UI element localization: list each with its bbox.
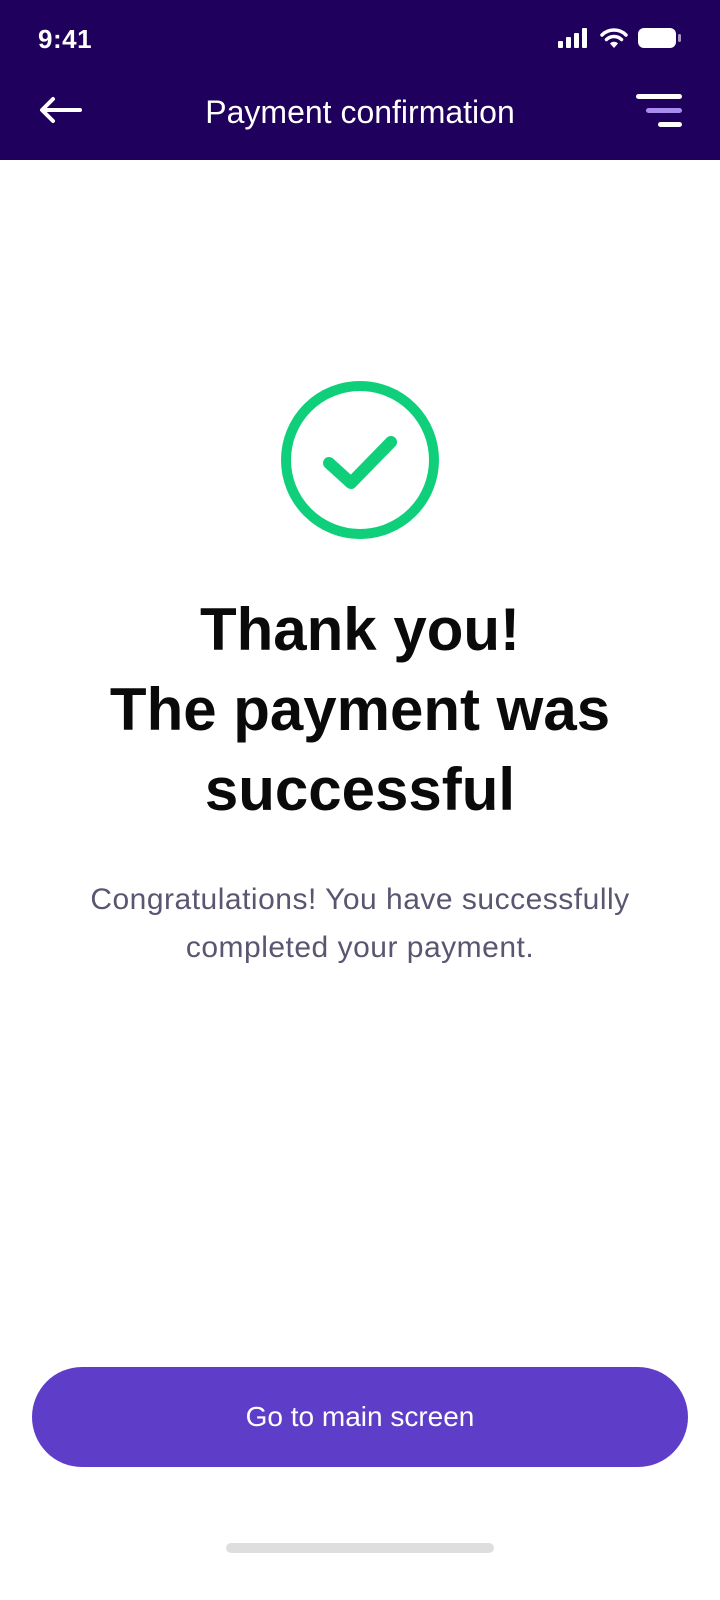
title-line: Thank you! [199,596,520,663]
message-line: Congratulations! You have successfully [90,883,630,916]
title-line: successful [204,756,516,823]
cellular-signal-icon [558,28,587,48]
status-icons [558,27,682,49]
menu-button[interactable] [634,92,684,132]
battery-icon [638,28,681,48]
message-line: completed your payment. [185,931,535,964]
app-header: 9:41 Payment confirmation [0,0,720,160]
go-to-main-screen-button[interactable]: Go to main screen [32,1367,688,1467]
payment-confirmation-screen: 9:41 Payment confirmation Thank you! The… [0,0,720,1600]
success-title: Thank you! The payment was successful [40,590,680,830]
success-message: Congratulations! You have successfully c… [50,876,670,972]
check-circle-icon [281,381,439,539]
menu-lines-icon [636,94,682,127]
arrow-left-icon [40,97,82,123]
back-button[interactable] [36,92,84,128]
title-line: The payment was [109,676,611,743]
home-indicator [226,1543,494,1553]
status-time: 9:41 [38,24,93,54]
wifi-icon [600,28,628,48]
page-title: Payment confirmation [205,94,515,130]
